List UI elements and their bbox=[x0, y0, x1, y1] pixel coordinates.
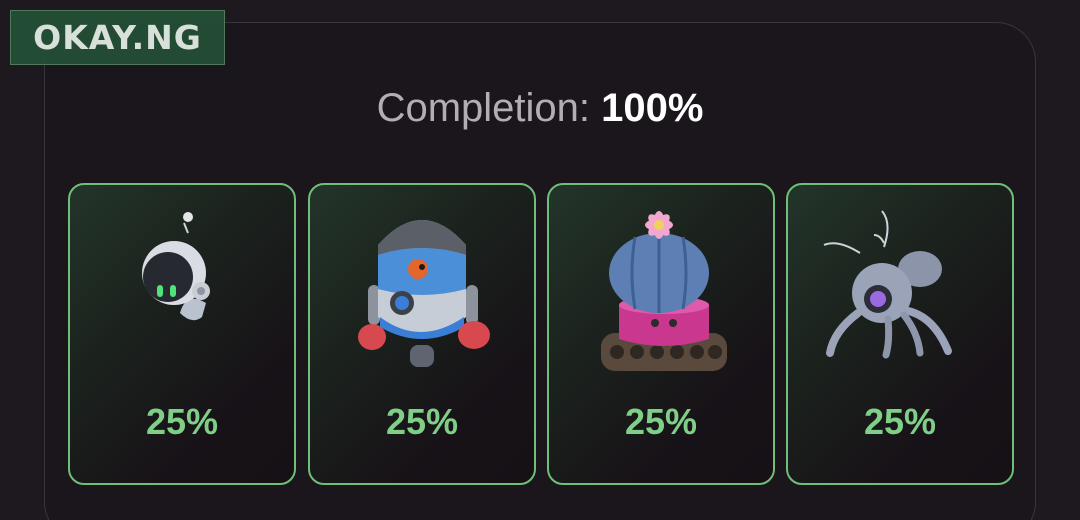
boxer-fishbowl-robot-icon bbox=[358, 220, 490, 367]
completion-screen: OKAY.NG Completion: 100% 25% 25% 25% 25% bbox=[0, 0, 1080, 520]
completion-heading: Completion: 100% bbox=[0, 86, 1080, 131]
completion-label: Completion: bbox=[376, 86, 590, 130]
character-card-3[interactable]: 25% bbox=[547, 183, 775, 485]
watermark-logo: OKAY.NG bbox=[10, 10, 225, 65]
cactus-tank-robot-icon bbox=[601, 211, 727, 371]
character-card-2[interactable]: 25% bbox=[308, 183, 536, 485]
completion-value: 100% bbox=[601, 86, 704, 130]
card-percent: 25% bbox=[385, 401, 459, 442]
spider-bug-robot-icon bbox=[823, 210, 952, 359]
card-percent: 25% bbox=[145, 401, 219, 442]
card-percent: 25% bbox=[863, 401, 937, 442]
character-card-4[interactable]: 25% bbox=[786, 183, 1014, 485]
character-card-1[interactable]: 25% bbox=[68, 183, 296, 485]
watermark-text: OKAY.NG bbox=[33, 18, 202, 57]
astronaut-robot-icon bbox=[142, 212, 210, 321]
card-percent: 25% bbox=[624, 401, 698, 442]
